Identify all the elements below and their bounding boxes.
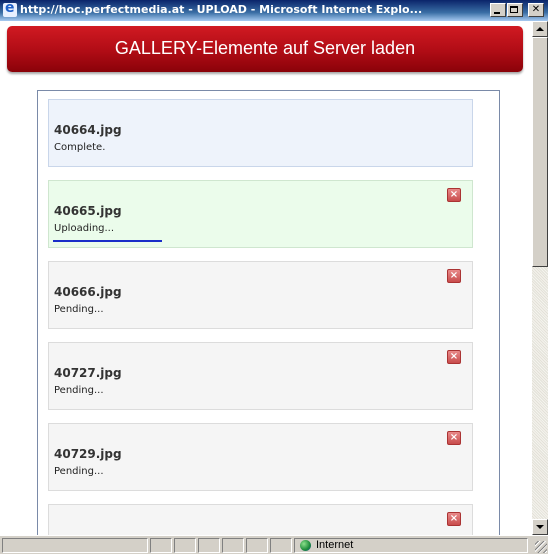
- internet-explorer-icon: [3, 0, 17, 17]
- upload-item: × 40727.jpg Pending...: [48, 342, 473, 410]
- close-button[interactable]: ✕: [528, 3, 544, 17]
- upload-item: × 40729.jpg Pending...: [48, 423, 473, 491]
- cancel-x-icon[interactable]: ×: [447, 350, 461, 364]
- status-pane: [174, 538, 196, 553]
- upload-progress-bar: [53, 240, 162, 242]
- file-name: 40729.jpg: [54, 447, 122, 461]
- resize-grip-icon[interactable]: [535, 541, 547, 553]
- cancel-x-icon[interactable]: ×: [447, 269, 461, 283]
- file-name: 40664.jpg: [54, 123, 122, 137]
- security-zone-label: Internet: [316, 539, 354, 551]
- cancel-x-icon[interactable]: ×: [447, 512, 461, 526]
- upload-item: × 40666.jpg Pending...: [48, 261, 473, 329]
- vertical-scrollbar[interactable]: [532, 21, 548, 535]
- upload-queue-panel: 40664.jpg Complete. × 40665.jpg Uploadin…: [37, 90, 500, 550]
- status-pane: [198, 538, 220, 553]
- scroll-down-button[interactable]: [532, 519, 548, 535]
- status-pane: [150, 538, 172, 553]
- upload-status: Pending...: [54, 304, 104, 315]
- page-title: GALLERY-Elemente auf Server laden: [114, 38, 416, 58]
- upload-item: 40664.jpg Complete.: [48, 99, 473, 167]
- status-text-pane: [2, 538, 148, 553]
- security-zone-pane: Internet: [294, 538, 528, 553]
- status-bar: Internet: [0, 535, 548, 554]
- maximize-button[interactable]: [507, 3, 523, 17]
- status-pane: [222, 538, 244, 553]
- window-titlebar[interactable]: http://hoc.perfectmedia.at - UPLOAD - Mi…: [0, 0, 548, 21]
- scroll-thumb[interactable]: [532, 37, 548, 267]
- status-pane: [246, 538, 268, 553]
- window-title: http://hoc.perfectmedia.at - UPLOAD - Mi…: [20, 3, 423, 16]
- cancel-x-icon[interactable]: ×: [447, 188, 461, 202]
- upload-status: Uploading...: [54, 223, 115, 234]
- file-name: 40665.jpg: [54, 204, 122, 218]
- upload-item: × 40665.jpg Uploading...: [48, 180, 473, 248]
- minimize-button[interactable]: [490, 3, 506, 17]
- upload-status: Complete.: [54, 142, 106, 153]
- upload-status: Pending...: [54, 466, 104, 477]
- file-name: 40727.jpg: [54, 366, 122, 380]
- upload-status: Pending...: [54, 385, 104, 396]
- file-name: 40666.jpg: [54, 285, 122, 299]
- header-banner: GALLERY-Elemente auf Server laden: [7, 26, 523, 72]
- cancel-x-icon[interactable]: ×: [447, 431, 461, 445]
- scroll-up-button[interactable]: [532, 21, 548, 37]
- globe-icon: [300, 540, 311, 551]
- status-pane: [270, 538, 292, 553]
